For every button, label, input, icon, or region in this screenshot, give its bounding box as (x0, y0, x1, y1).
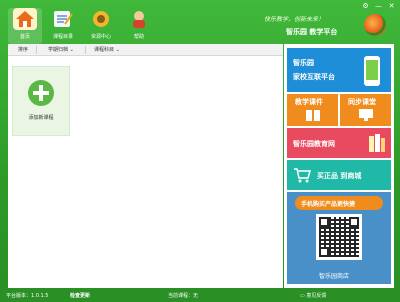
nav-course-catalog-label: 课程目录 (52, 34, 73, 40)
ad-education-net-title: 智乐园教育网 (293, 140, 335, 148)
add-course-card[interactable]: 添加新课程 (12, 66, 70, 136)
check-update-link[interactable]: 检查更新 (70, 292, 90, 299)
window-controls: ⚙ — ✕ (361, 2, 396, 11)
main-panel: 排序 学期归档 ⌄ 课程科目 ⌄ 添加新课程 (8, 44, 283, 288)
slogan: 快乐教学，创新未来！ (264, 16, 325, 23)
course-subject-label: 课程科目 (94, 47, 115, 53)
sort-button[interactable]: 排序 (18, 46, 28, 53)
semester-archive-label: 学期归档 (48, 47, 69, 53)
nav-course-catalog[interactable]: 课程目录 (46, 8, 80, 44)
nav-resource-center[interactable]: 资源中心 (84, 8, 118, 44)
ad-mobile-footer: 智乐园商店 (319, 273, 350, 280)
ad-sidebar: 智乐园 家校互联平台 教学课件 同步课堂 智乐园教育网 买正品 到商城 手机购买 (284, 44, 394, 288)
course-catalog-icon (51, 8, 75, 30)
qr-finder (319, 247, 329, 257)
ad-mobile-purchase[interactable]: 手机购买产品更快捷 智乐园商店 (287, 192, 391, 284)
platform-version: 平台版本：1.0.1.5 (6, 293, 49, 299)
shopping-cart-icon (294, 168, 311, 183)
qr-finder (319, 217, 329, 227)
nav-resource-center-label: 资源中心 (90, 34, 111, 40)
help-icon (127, 8, 151, 30)
header: 首页 课程目录 资源中心 帮助 ⚙ — ✕ 快乐教学，创新未来！ 智乐园 教学平 (0, 0, 400, 44)
qr-code (316, 214, 362, 260)
toolbar-divider (36, 46, 37, 54)
ad-mobile-title: 手机购买产品更快捷 (301, 201, 356, 208)
home-icon (13, 8, 37, 30)
current-course: 当前课程：无 (168, 293, 199, 299)
settings-button[interactable]: ⚙ (361, 2, 370, 11)
books-icon (369, 134, 385, 152)
brand-logo (364, 14, 386, 36)
brand-title: 智乐园 教学平台 (286, 28, 338, 36)
qr-pattern (319, 217, 359, 257)
ad-sync-classroom[interactable]: 同步课堂 (340, 94, 391, 126)
ad-sync-classroom-label: 同步课堂 (348, 98, 376, 106)
ad-education-net[interactable]: 智乐园教育网 (287, 128, 391, 158)
nav-home-label: 首页 (19, 34, 30, 40)
ad-home-school-subtitle: 家校互联平台 (293, 73, 335, 81)
feedback-label: 意见反馈 (306, 293, 327, 299)
resource-center-icon (89, 8, 113, 30)
semester-archive-dropdown[interactable]: 学期归档 ⌄ (48, 46, 74, 53)
add-course-label: 添加新课程 (28, 115, 54, 121)
status-bar: 平台版本：1.0.1.5 检查更新 当前课程：无 ▭ 意见反馈 (0, 290, 400, 302)
minimize-button[interactable]: — (374, 2, 383, 11)
add-icon (28, 80, 54, 106)
feedback-link[interactable]: ▭ 意见反馈 (300, 292, 326, 299)
nav-home[interactable]: 首页 (8, 8, 42, 44)
close-button[interactable]: ✕ (387, 2, 396, 11)
ad-mall[interactable]: 买正品 到商城 (287, 160, 391, 190)
monitor-icon (359, 109, 373, 121)
ad-courseware-row: 教学课件 同步课堂 (287, 94, 391, 126)
phone-icon (364, 56, 380, 86)
ad-home-school[interactable]: 智乐园 家校互联平台 (287, 48, 391, 92)
toolbar-divider (85, 46, 86, 54)
ad-home-school-title: 智乐园 (293, 59, 314, 67)
nav-help[interactable]: 帮助 (122, 8, 156, 44)
mouse-cursor-icon (165, 150, 169, 156)
book-icon (306, 110, 320, 121)
course-subject-dropdown[interactable]: 课程科目 ⌄ (94, 46, 120, 53)
ad-courseware-label: 教学课件 (295, 98, 323, 106)
app-window: 首页 课程目录 资源中心 帮助 ⚙ — ✕ 快乐教学，创新未来！ 智乐园 教学平 (0, 0, 400, 302)
ad-courseware[interactable]: 教学课件 (287, 94, 338, 126)
ad-mall-title: 买正品 到商城 (317, 172, 362, 180)
ad-mobile-banner: 手机购买产品更快捷 (295, 196, 383, 210)
nav-help-label: 帮助 (133, 34, 144, 40)
toolbar: 排序 学期归档 ⌄ 课程科目 ⌄ (8, 44, 283, 56)
qr-finder (349, 217, 359, 227)
